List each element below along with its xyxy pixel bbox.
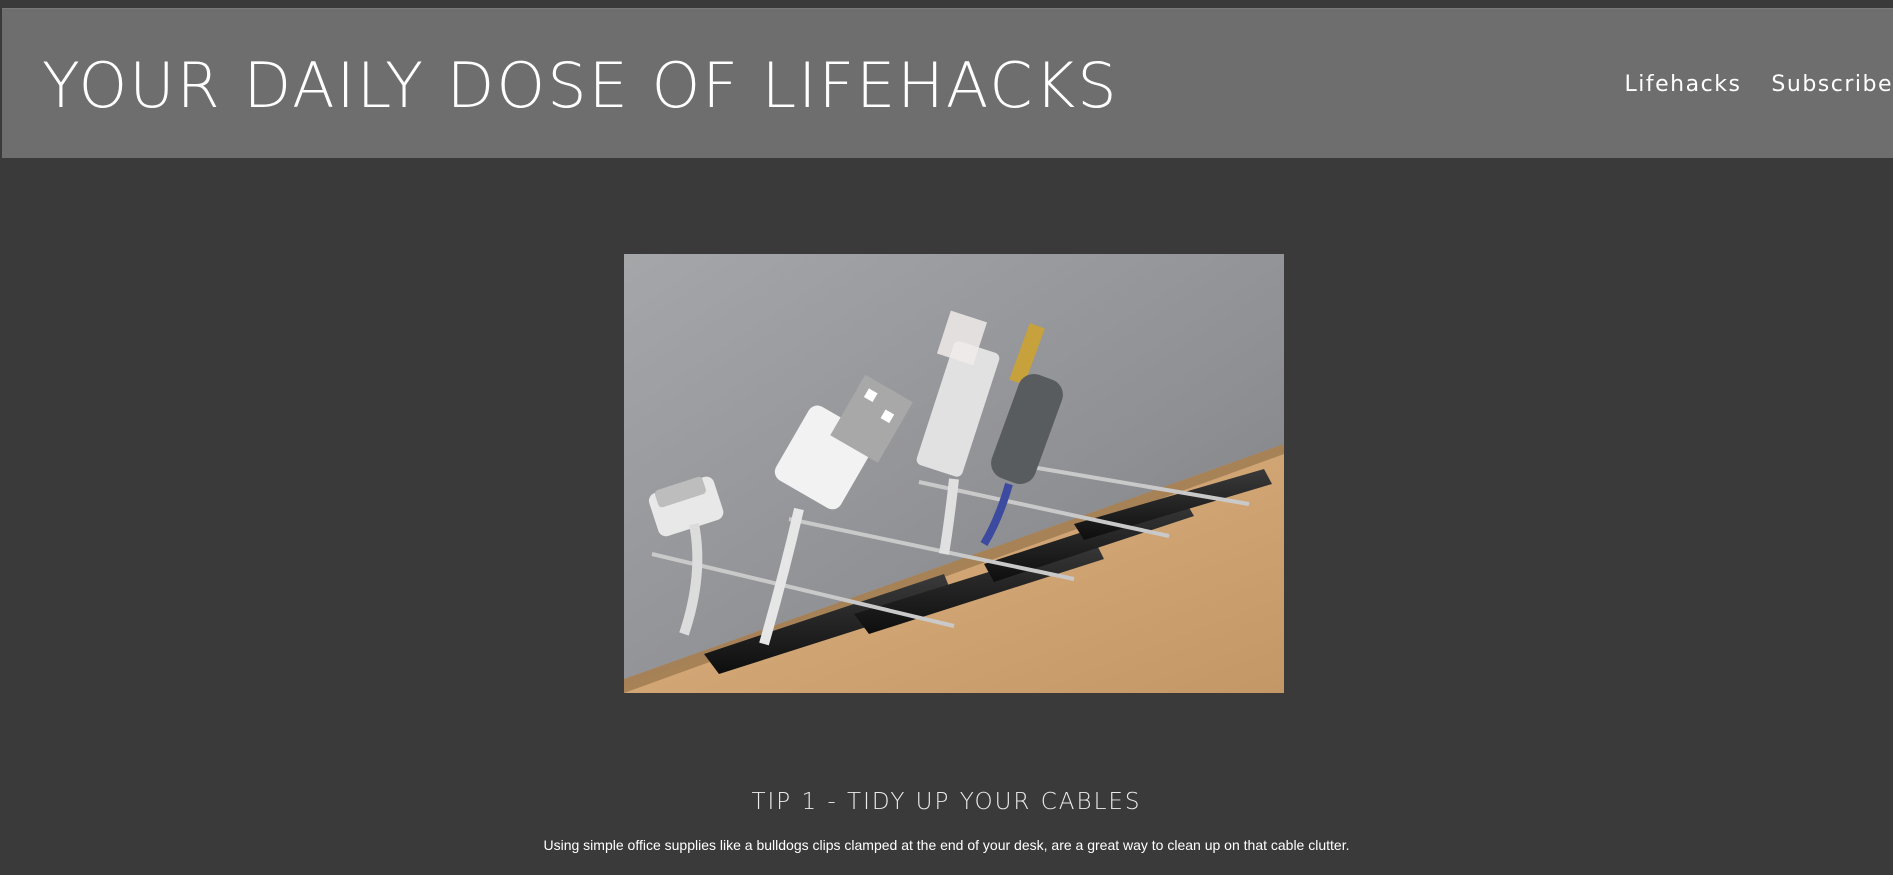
- nav-link-lifehacks[interactable]: Lifehacks: [1625, 72, 1742, 97]
- main-nav: Lifehacks Subscribe: [1625, 72, 1893, 97]
- site-title: YOUR DAILY DOSE OF LIFEHACKS: [42, 49, 1119, 122]
- hero-image: [624, 254, 1284, 693]
- site-header: YOUR DAILY DOSE OF LIFEHACKS Lifehacks S…: [2, 8, 1893, 158]
- nav-link-subscribe[interactable]: Subscribe: [1771, 72, 1893, 97]
- tip-title: TIP 1 - TIDY UP YOUR CABLES: [751, 789, 1142, 815]
- tip-description: Using simple office supplies like a bull…: [543, 837, 1350, 853]
- cable-clips-photo: [624, 254, 1284, 693]
